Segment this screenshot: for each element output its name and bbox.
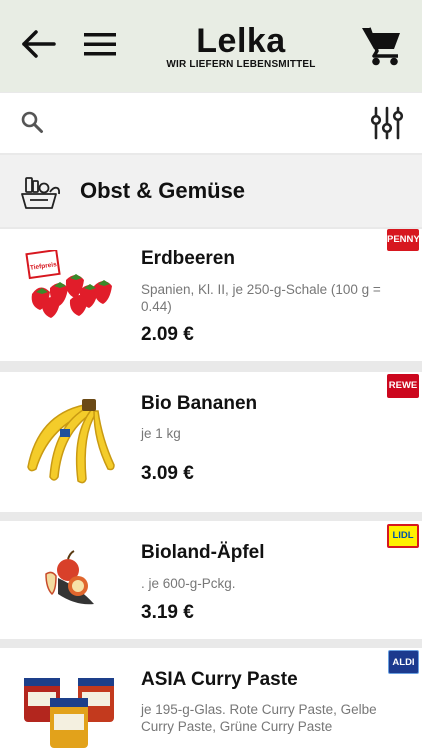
arrow-left-icon <box>22 30 56 58</box>
menu-button[interactable] <box>82 28 118 60</box>
product-description: je 195-g-Glas. Rote Curry Paste, Gelbe C… <box>141 702 377 734</box>
tiefpreis-sticker: Tiefpreis <box>25 250 61 280</box>
product-description: je 1 kg <box>141 426 181 441</box>
cart-button[interactable] <box>360 24 404 66</box>
store-badge-rewe: REWE <box>387 374 419 398</box>
strawberries-image: Tiefpreis <box>25 250 112 318</box>
product-name: Bioland-Äpfel <box>141 542 265 563</box>
product-description: Spanien, Kl. II, je 250-g-Schale (100 g … <box>141 282 381 314</box>
product-price: 3.09 € <box>141 463 194 484</box>
store-badge-penny: PENNY <box>387 229 420 251</box>
back-button[interactable] <box>20 28 58 60</box>
product-name: Erdbeeren <box>141 248 235 269</box>
menu-icon <box>84 33 116 56</box>
product-price: 2.09 € <box>141 324 194 345</box>
product-description: . je 600-g-Pckg. <box>141 576 236 591</box>
product-name: ASIA Curry Paste <box>141 669 298 690</box>
category-title: Obst & Gemüse <box>80 178 246 203</box>
bananas-image <box>27 399 115 484</box>
apples-image <box>45 550 94 605</box>
search-icon[interactable] <box>20 110 44 134</box>
filter-button[interactable] <box>370 105 404 141</box>
app-title: Lelka <box>196 22 286 60</box>
groceries-bag-icon <box>21 177 60 209</box>
store-badge-lidl: LIDL <box>387 524 419 548</box>
product-price: 3.19 € <box>141 602 194 623</box>
curry-paste-jars-image <box>24 678 114 748</box>
product-name: Bio Bananen <box>141 393 258 414</box>
cart-icon <box>362 27 400 66</box>
app-subtitle: WIR LIEFERN LEBENSMITTEL <box>166 59 316 70</box>
store-badge-aldi: ALDI <box>388 650 419 674</box>
filter-sliders-icon <box>370 106 404 140</box>
search-input[interactable] <box>54 103 354 143</box>
brand: Lelka WIR LIEFERN LEBENSMITTEL <box>150 22 332 70</box>
